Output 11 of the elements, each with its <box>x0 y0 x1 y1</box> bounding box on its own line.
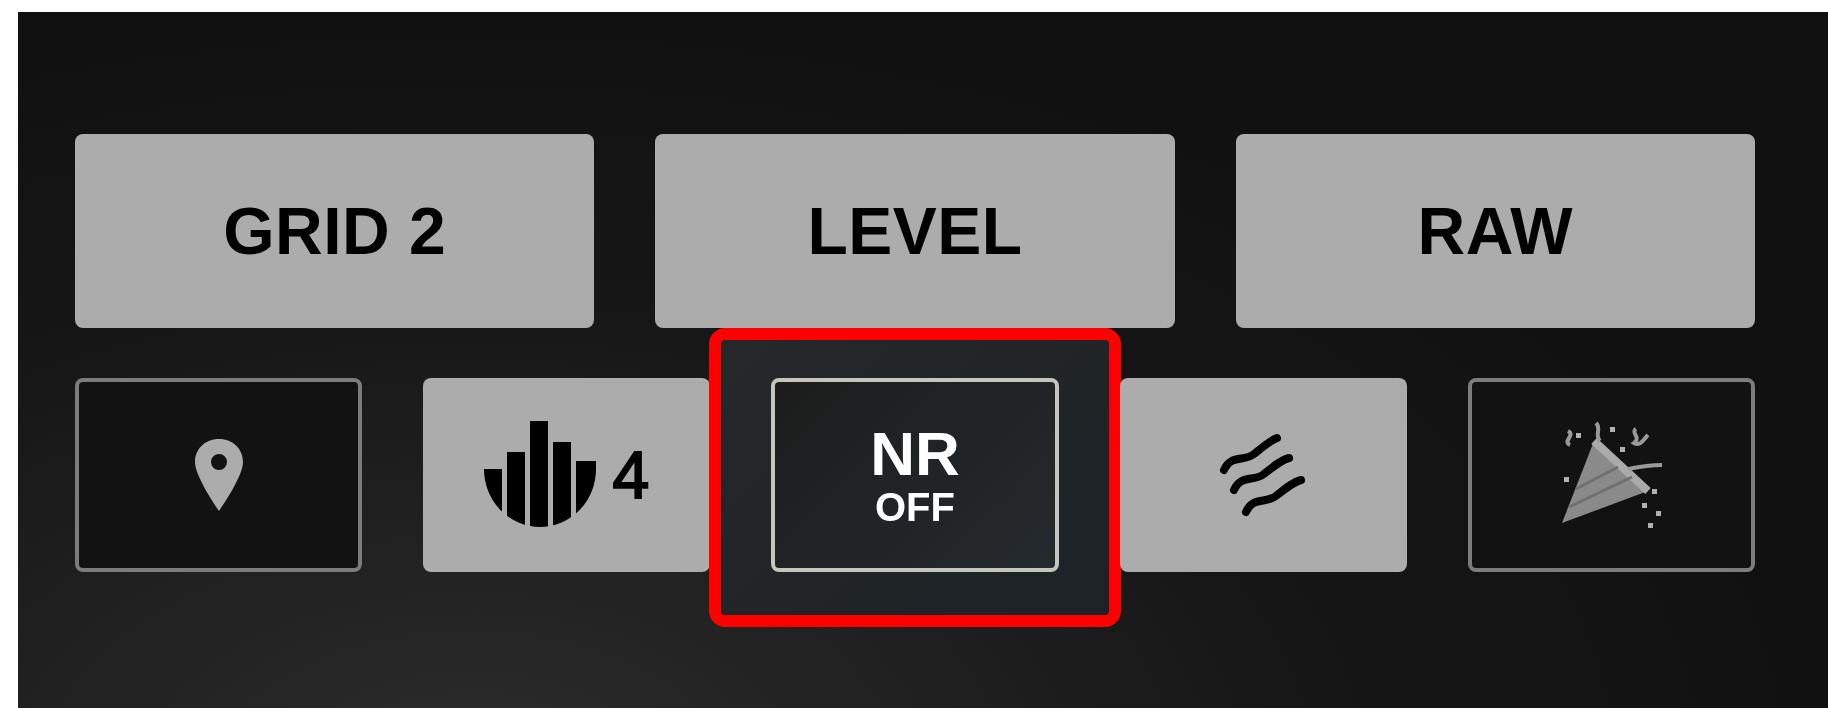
icon-button[interactable] <box>75 378 363 572</box>
icon-button[interactable] <box>1467 378 1755 572</box>
mode-button[interactable]: GRID 2 <box>75 134 595 328</box>
mode-button[interactable]: LEVEL <box>655 134 1175 328</box>
bar-graph-icon <box>484 421 597 529</box>
icon-button[interactable] <box>1119 378 1407 572</box>
mode-button[interactable]: RAW <box>1235 134 1755 328</box>
icon-button[interactable]: 4 <box>423 378 711 572</box>
location-pin-icon <box>194 439 243 511</box>
toggle-button[interactable]: NR OFF <box>771 378 1059 572</box>
waves-icon <box>1219 432 1308 518</box>
